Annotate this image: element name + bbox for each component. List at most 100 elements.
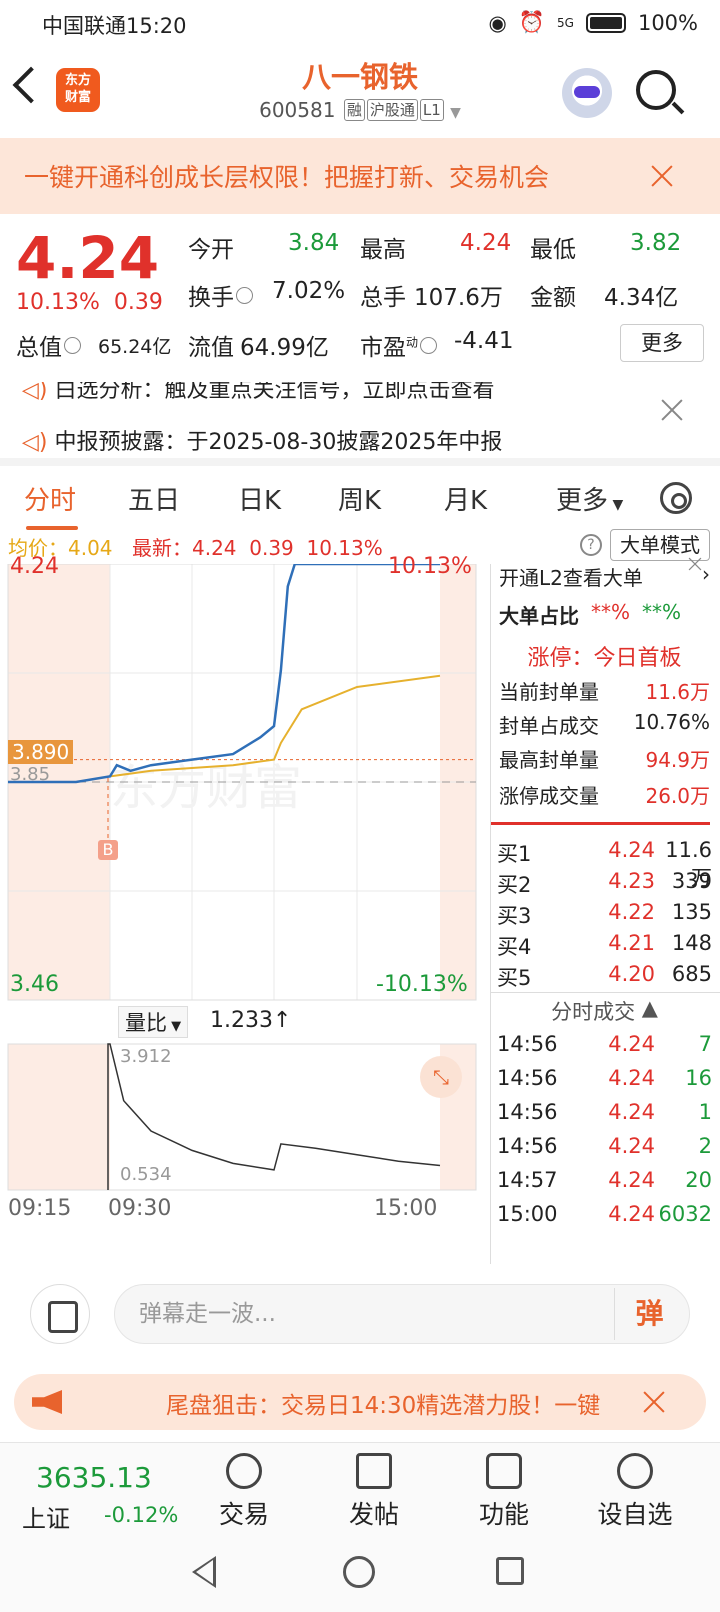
l2-link[interactable]: 开通L2查看大单 › — [499, 562, 710, 591]
stock-code: 600581 — [259, 98, 336, 122]
nav-functions[interactable]: 功能 — [464, 1449, 544, 1531]
nav-trade[interactable]: 交易 — [204, 1449, 284, 1531]
bottom-nav: 3635.13 上证 -0.12% 交易 发帖 功能 设自选 — [0, 1442, 720, 1534]
seal-row-1: 当前封单量 11.6万 — [499, 680, 710, 704]
tab-monthly-k[interactable]: 月K — [444, 480, 487, 517]
stock-code-line[interactable]: 600581 融沪股通 L1 ▼ — [0, 98, 720, 122]
carrier-time: 中国联通15:20 — [42, 14, 187, 38]
low-label: 最低 — [530, 237, 576, 263]
tag-connect: 沪股通 — [366, 99, 418, 121]
index-name[interactable]: 上证 — [22, 1499, 70, 1534]
promo-strip[interactable]: 尾盘狙击：交易日14:30精选潜力股！一键 — [14, 1374, 706, 1430]
expand-icon[interactable]: ⤡ — [420, 1056, 462, 1098]
amount-label: 金额 — [530, 285, 576, 311]
danmaku-button[interactable]: 弹 — [614, 1288, 684, 1340]
pe-label[interactable]: 市盈动 — [360, 328, 439, 362]
bid-row-5[interactable]: 买5 4.20 685 — [497, 962, 712, 992]
seal-row-3: 最高封单量 94.9万 — [499, 748, 710, 772]
limit-status: 涨停： 今日首板 — [527, 646, 682, 671]
trades-title[interactable]: 分时成交 ▲ — [499, 996, 710, 1026]
pct-bottom: -10.13% — [376, 972, 468, 997]
megaphone-icon — [32, 1390, 62, 1414]
nav-watchlist[interactable]: 设自选 — [590, 1449, 680, 1531]
comment-settings-icon[interactable] — [30, 1284, 90, 1344]
volume-label: 总手 — [360, 285, 406, 311]
trade-row-6: 15:00 4.24 6032 — [497, 1202, 712, 1226]
chart-canvas[interactable]: 东方财富 — [0, 564, 490, 1264]
nav-post[interactable]: 发帖 — [334, 1449, 414, 1531]
system-recent-icon[interactable] — [496, 1557, 524, 1585]
tab-five-day[interactable]: 五日 — [128, 480, 180, 517]
price-top: 4.24 — [10, 554, 59, 579]
trade-row-4: 14:56 4.24 2 — [497, 1134, 712, 1158]
big-order-ratio: 大单占比 **% **% — [499, 600, 682, 628]
robot-avatar[interactable] — [562, 68, 612, 118]
system-nav — [0, 1534, 720, 1612]
bid-row-3[interactable]: 买3 4.22 135 — [497, 900, 712, 930]
high-value: 4.24 — [460, 230, 512, 256]
price-change: 10.13% 0.39 — [16, 290, 163, 315]
float-value: 64.99亿 — [240, 335, 329, 361]
news-line-1[interactable]: ◁) 白选分析：触及重点关注信号，立即点击查看 — [22, 382, 495, 404]
more-dots-icon — [617, 1453, 653, 1489]
promo-banner[interactable]: 一键开通科创成长层权限！把握打新、交易机会 — [0, 138, 720, 214]
buy-marker[interactable]: B — [98, 840, 118, 860]
banner-text: 一键开通科创成长层权限！把握打新、交易机会 — [24, 163, 550, 192]
time-label-close: 15:00 — [374, 1196, 438, 1221]
search-icon[interactable] — [636, 70, 676, 110]
system-home-icon[interactable] — [343, 1556, 375, 1588]
seal-row-2: 封单占成交 10.76% — [499, 710, 710, 738]
avg-price-bar: 均价：4.04 最新：4.24 0.39 10.13% ? 大单模式 — [0, 524, 720, 564]
tab-daily-k[interactable]: 日K — [238, 480, 281, 517]
danmaku-input[interactable]: 弹幕走一波... — [114, 1284, 690, 1344]
speaker-icon: ◁) — [22, 430, 55, 455]
ref-price: 3.85 — [10, 764, 51, 785]
order-panel: 开通L2查看大单 › 大单占比 **% **% 涨停： 今日首板 当前封单量 11.6万 … — [490, 562, 720, 1264]
tag-margin: 融 — [343, 99, 365, 121]
tab-more[interactable]: 更多 ▼ — [556, 480, 623, 517]
battery-icon — [585, 12, 626, 33]
status-icons: ◉ ⏰ 5G 100% — [489, 10, 698, 35]
volume-ratio-selector[interactable]: 量比 ▼ — [118, 1006, 189, 1038]
bid-row-4[interactable]: 买4 4.21 148 — [497, 931, 712, 961]
app-header: 东方 财富 八一钢铁 600581 融沪股通 L1 ▼ — [0, 46, 720, 138]
news-line-2[interactable]: ◁) 中报预披露：于2025-08-30披露2025年中报 — [22, 424, 502, 456]
bid-row-2[interactable]: 买2 4.23 339 — [497, 869, 712, 899]
mktcap-label[interactable]: 总值 — [16, 328, 83, 362]
edit-icon — [356, 1453, 392, 1489]
close-icon[interactable] — [650, 164, 674, 188]
low-value: 3.82 — [630, 230, 682, 256]
pre-market-vol-zone — [8, 1044, 110, 1190]
stock-name: 八一钢铁 — [301, 60, 418, 94]
high-label: 最高 — [360, 237, 406, 263]
quote-panel: 4.24 10.13% 0.39 今开 3.84 最高 4.24 最低 3.82… — [0, 214, 720, 382]
tab-intraday[interactable]: 分时 — [24, 480, 76, 517]
turnover-label[interactable]: 换手 — [188, 278, 255, 312]
volume-ratio-value: 1.233↑ — [210, 1008, 292, 1033]
info-icon — [236, 287, 253, 304]
eye-icon: ◉ — [488, 10, 507, 35]
open-value: 3.84 — [288, 230, 340, 256]
status-bar: 中国联通15:20 ◉ ⏰ 5G 100% — [0, 0, 720, 46]
trade-row-3: 14:56 4.24 1 — [497, 1100, 712, 1124]
speaker-icon: ◁) — [22, 382, 55, 403]
help-icon[interactable]: ? — [580, 534, 602, 556]
grid-icon — [486, 1453, 522, 1489]
divider — [491, 992, 720, 993]
gear-icon[interactable] — [660, 482, 692, 514]
volume-value: 107.6万 — [414, 285, 503, 311]
more-button[interactable]: 更多 — [620, 324, 704, 362]
cursor-price: 3.890 — [8, 740, 74, 764]
info-icon — [64, 337, 81, 354]
trade-row-1: 14:56 4.24 7 — [497, 1032, 712, 1056]
alarm-icon: ⏰ — [518, 10, 546, 34]
index-value[interactable]: 3635.13 — [36, 1461, 152, 1494]
price-bottom: 3.46 — [10, 972, 59, 997]
intraday-chart[interactable]: 东方财富 4.24 10.13% 3.46 -10.13% 3.85 3.890… — [0, 554, 490, 1264]
system-back-icon[interactable] — [192, 1556, 216, 1588]
close-icon[interactable] — [642, 1390, 666, 1414]
news-ticker[interactable]: ◁) 白选分析：触及重点关注信号，立即点击查看 ◁) 中报预披露：于2025-0… — [0, 382, 720, 458]
close-icon[interactable] — [660, 398, 684, 422]
chart-tabs: 分时 五日 日K 周K 月K 更多 ▼ — [0, 458, 720, 530]
tab-weekly-k[interactable]: 周K — [338, 480, 381, 517]
